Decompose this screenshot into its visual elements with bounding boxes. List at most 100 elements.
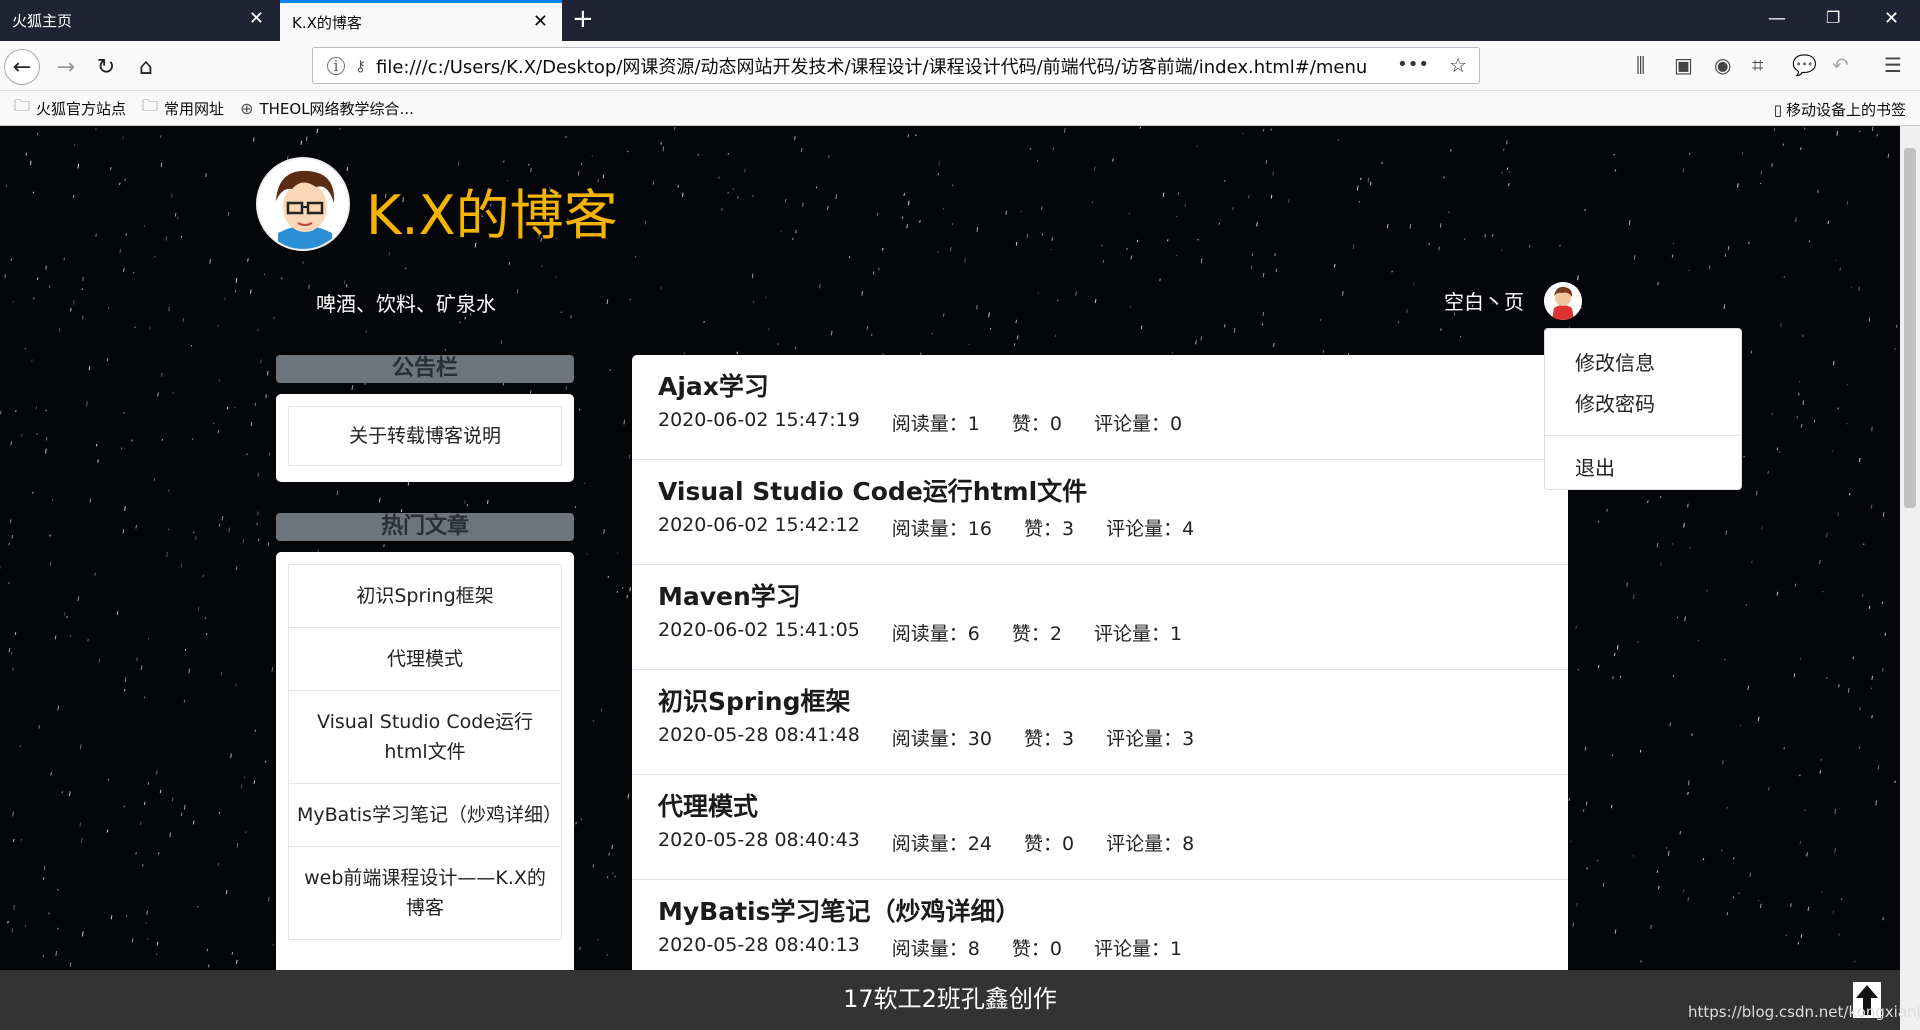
user-dropdown-menu: 修改信息 修改密码 退出 xyxy=(1544,328,1742,490)
article-comments: 评论量：3 xyxy=(1106,728,1195,750)
bookmark-common-sites[interactable]: 🗀 常用网址 xyxy=(142,95,224,122)
reload-icon[interactable]: ↻ xyxy=(88,49,124,85)
url-text: file:///c:/Users/K.X/Desktop/网课资源/动态网站开发… xyxy=(376,56,1368,78)
article-reads: 阅读量：16 xyxy=(891,518,992,540)
close-tab-icon[interactable]: ✕ xyxy=(249,10,264,28)
article-item[interactable]: Visual Studio Code运行html文件 2020-06-02 15… xyxy=(632,460,1568,565)
article-title[interactable]: 初识Spring框架 xyxy=(658,682,1542,718)
article-title[interactable]: MyBatis学习笔记（炒鸡详细） xyxy=(658,892,1542,928)
hot-item[interactable]: web前端课程设计——K.X的博客 xyxy=(288,847,562,940)
close-tab-icon[interactable]: ✕ xyxy=(533,13,548,31)
notice-card: 关于转载博客说明 xyxy=(276,394,574,482)
article-comments: 评论量：1 xyxy=(1093,938,1183,960)
article-comments: 评论量：0 xyxy=(1093,413,1183,435)
article-item[interactable]: Ajax学习 2020-06-02 15:47:19 阅读量：1 赞：0 评论量… xyxy=(632,355,1568,460)
article-list: Ajax学习 2020-06-02 15:47:19 阅读量：1 赞：0 评论量… xyxy=(632,355,1568,1030)
home-icon[interactable]: ⌂ xyxy=(128,49,164,85)
window-close-icon[interactable]: ✕ xyxy=(1884,8,1899,29)
user-avatar[interactable] xyxy=(1544,282,1582,320)
minimize-icon[interactable]: — xyxy=(1768,8,1786,29)
article-date: 2020-06-02 15:41:05 xyxy=(658,619,860,641)
navigation-bar: ← → ↻ ⌂ i ⚷ file:///c:/Users/K.X/Desktop… xyxy=(0,41,1920,91)
article-likes: 赞：3 xyxy=(1023,518,1075,540)
username-link[interactable]: 空白丶页 xyxy=(1444,286,1524,315)
hot-item[interactable]: MyBatis学习笔记（炒鸡详细） xyxy=(288,784,562,847)
article-likes: 赞：0 xyxy=(1023,833,1075,855)
article-date: 2020-06-02 15:42:12 xyxy=(658,514,860,536)
user-avatar-illustration xyxy=(1544,282,1582,320)
tab-blog[interactable]: K.X的博客 ✕ xyxy=(280,0,562,41)
article-likes: 赞：3 xyxy=(1023,728,1075,750)
article-comments: 评论量：1 xyxy=(1093,623,1183,645)
article-date: 2020-05-28 08:41:48 xyxy=(658,724,860,746)
bookmark-theol[interactable]: ⊕ THEOL网络教学综合... xyxy=(240,98,414,119)
hot-item[interactable]: 初识Spring框架 xyxy=(288,564,562,628)
hot-card: 初识Spring框架 代理模式 Visual Studio Code运行html… xyxy=(276,552,574,982)
article-item[interactable]: 初识Spring框架 2020-05-28 08:41:48 阅读量：30 赞：… xyxy=(632,670,1568,775)
folder-icon: 🗀 xyxy=(142,95,159,115)
article-likes: 赞：0 xyxy=(1011,938,1062,960)
page-scrollbar[interactable] xyxy=(1900,126,1920,1030)
tab-label: K.X的博客 xyxy=(292,13,362,32)
info-icon[interactable]: i xyxy=(327,56,345,75)
menu-item-change-password[interactable]: 修改密码 xyxy=(1545,382,1741,423)
address-bar[interactable]: i ⚷ file:///c:/Users/K.X/Desktop/网课资源/动态… xyxy=(312,47,1480,84)
sidebar-icon[interactable]: ▣ xyxy=(1674,53,1693,77)
article-reads: 阅读量：6 xyxy=(891,623,980,645)
scrollbar-thumb[interactable] xyxy=(1904,148,1916,508)
notice-item[interactable]: 关于转载博客说明 xyxy=(288,406,562,466)
restore-icon[interactable]: ❐ xyxy=(1826,8,1840,27)
account-icon[interactable]: ◉ xyxy=(1714,53,1731,77)
article-likes: 赞：0 xyxy=(1011,413,1062,435)
article-meta: 2020-06-02 15:47:19 阅读量：1 赞：0 评论量：0 xyxy=(658,409,1542,436)
article-comments: 评论量：4 xyxy=(1106,518,1195,540)
article-title[interactable]: Visual Studio Code运行html文件 xyxy=(658,472,1542,508)
globe-icon: ⊕ xyxy=(240,98,254,118)
article-title[interactable]: Maven学习 xyxy=(658,577,1542,613)
article-meta: 2020-05-28 08:40:43 阅读量：24 赞：0 评论量：8 xyxy=(658,829,1542,856)
library-icon[interactable]: ⫼ xyxy=(1636,53,1645,77)
article-reads: 阅读量：30 xyxy=(891,728,992,750)
undo-icon[interactable]: ↶ xyxy=(1832,53,1849,77)
blog-title: K.X的博客 xyxy=(366,184,618,247)
article-title[interactable]: Ajax学习 xyxy=(658,367,1542,403)
tab-firefox-home[interactable]: 火狐主页 ✕ xyxy=(0,0,278,41)
article-date: 2020-05-28 08:40:43 xyxy=(658,829,860,851)
article-meta: 2020-06-02 15:42:12 阅读量：16 赞：3 评论量：4 xyxy=(658,514,1542,541)
menu-icon[interactable]: ☰ xyxy=(1884,53,1902,77)
article-title[interactable]: 代理模式 xyxy=(658,787,1542,823)
article-meta: 2020-05-28 08:40:13 阅读量：8 赞：0 评论量：1 xyxy=(658,934,1542,961)
hot-item[interactable]: Visual Studio Code运行html文件 xyxy=(288,691,562,784)
chat-icon[interactable]: 💬 xyxy=(1792,53,1817,77)
folder-icon: 🗀 xyxy=(14,95,31,115)
mobile-bookmarks[interactable]: ▯ 移动设备上的书签 xyxy=(1774,99,1906,120)
article-item[interactable]: 代理模式 2020-05-28 08:40:43 阅读量：24 赞：0 评论量：… xyxy=(632,775,1568,880)
mobile-bookmarks-label: 移动设备上的书签 xyxy=(1785,101,1906,119)
key-icon: ⚷ xyxy=(355,56,366,75)
back-icon[interactable]: ← xyxy=(4,49,40,85)
bookmark-label: THEOL网络教学综合... xyxy=(259,99,414,118)
article-meta: 2020-06-02 15:41:05 阅读量：6 赞：2 评论量：1 xyxy=(658,619,1542,646)
menu-item-logout[interactable]: 退出 xyxy=(1545,446,1741,487)
article-date: 2020-06-02 15:47:19 xyxy=(658,409,860,431)
article-comments: 评论量：8 xyxy=(1106,833,1195,855)
bookmark-firefox-site[interactable]: 🗀 火狐官方站点 xyxy=(14,95,126,122)
article-item[interactable]: Maven学习 2020-06-02 15:41:05 阅读量：6 赞：2 评论… xyxy=(632,565,1568,670)
tab-label: 火狐主页 xyxy=(12,12,73,30)
page-content: K.X的博客 啤酒、饮料、矿泉水 空白丶页 公告栏 关于转载博客说明 热门文章 … xyxy=(0,126,1900,1030)
page-actions-icon[interactable]: ••• xyxy=(1397,54,1429,75)
blog-slogan: 啤酒、饮料、矿泉水 xyxy=(316,292,496,316)
bookmark-star-icon[interactable]: ☆ xyxy=(1449,53,1467,77)
forward-icon[interactable]: → xyxy=(48,49,84,85)
mobile-icon: ▯ xyxy=(1773,100,1782,119)
avatar xyxy=(256,157,350,251)
page-footer: 17软工2班孔鑫创作 xyxy=(0,970,1900,1030)
hot-item[interactable]: 代理模式 xyxy=(288,628,562,691)
screenshot-icon[interactable]: ⌗ xyxy=(1752,53,1763,77)
hot-heading: 热门文章 xyxy=(276,513,574,541)
bookmark-label: 常用网址 xyxy=(164,99,225,118)
new-tab-icon[interactable]: + xyxy=(572,6,594,32)
watermark: https://blog.csdn.net/kongxianjin xyxy=(1688,1003,1920,1021)
bookmarks-bar: 🗀 火狐官方站点 🗀 常用网址 ⊕ THEOL网络教学综合... ▯ 移动设备上… xyxy=(0,91,1920,126)
menu-item-edit-info[interactable]: 修改信息 xyxy=(1545,341,1741,382)
